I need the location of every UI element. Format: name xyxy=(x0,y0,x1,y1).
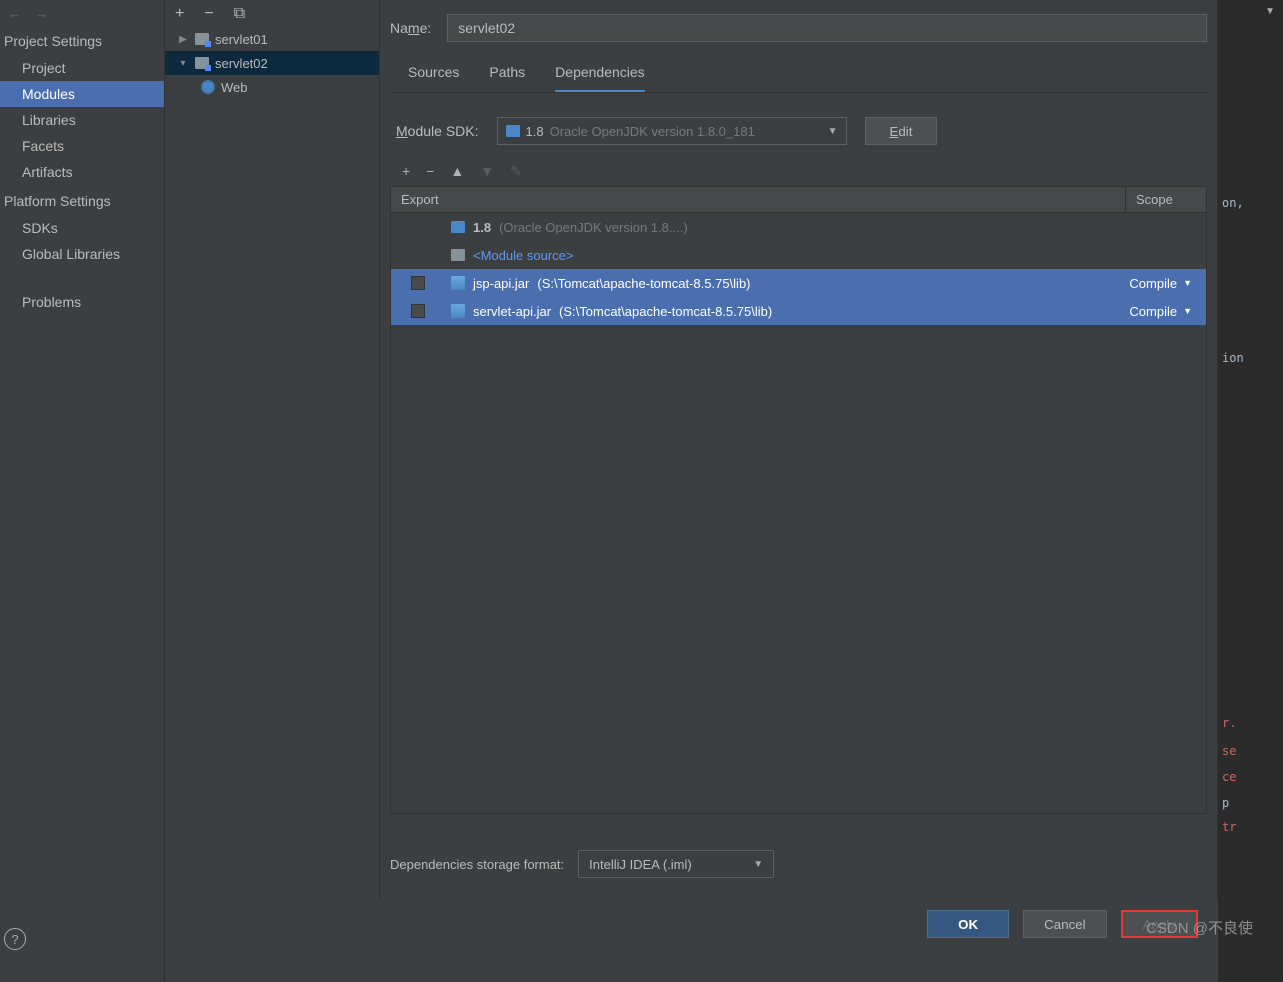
name-label: Name: xyxy=(390,20,431,36)
jar-icon xyxy=(451,276,465,290)
sdk-folder-icon xyxy=(451,221,465,233)
chevron-down-icon: ▼ xyxy=(1183,306,1192,316)
export-checkbox[interactable] xyxy=(411,276,425,290)
scope-column-header[interactable]: Scope xyxy=(1126,187,1206,212)
sdk-label: Module SDK: xyxy=(396,123,479,139)
code-fragment: ce xyxy=(1222,770,1236,784)
module-name-input[interactable] xyxy=(447,14,1207,42)
nav-facets[interactable]: Facets xyxy=(0,133,164,159)
nav-libraries[interactable]: Libraries xyxy=(0,107,164,133)
watermark: CSDN @不良使 xyxy=(1146,917,1253,938)
tree-item-label: servlet01 xyxy=(215,32,268,47)
platform-settings-heading: Platform Settings xyxy=(0,187,164,215)
nav-arrows: ← → xyxy=(0,0,164,27)
dep-name: <Module source> xyxy=(473,248,573,263)
tree-item-label: servlet02 xyxy=(215,56,268,71)
code-fragment: p xyxy=(1222,796,1229,810)
copy-icon[interactable]: ⧉ xyxy=(234,5,245,23)
move-up-icon[interactable]: ▲ xyxy=(450,163,464,180)
chevron-down-icon: ▾ xyxy=(177,58,189,69)
dep-name: 1.8 xyxy=(473,220,491,235)
export-checkbox[interactable] xyxy=(411,304,425,318)
chevron-down-icon[interactable]: ▼ xyxy=(1265,6,1275,17)
module-tabs: Sources Paths Dependencies xyxy=(390,64,1207,93)
nav-project[interactable]: Project xyxy=(0,55,164,81)
dependency-toolbar: + − ▲ ▼ ✎ xyxy=(390,163,1207,180)
module-tree-panel: + − ⧉ ▶ servlet01 ▾ servlet02 Web xyxy=(165,0,380,900)
sdk-detail: Oracle OpenJDK version 1.8.0_181 xyxy=(550,124,755,139)
back-arrow-icon[interactable]: ← xyxy=(8,6,21,21)
code-fragment: on, xyxy=(1222,196,1244,210)
edit-dependency-icon[interactable]: ✎ xyxy=(510,163,522,180)
forward-arrow-icon[interactable]: → xyxy=(35,6,48,21)
tab-paths[interactable]: Paths xyxy=(489,64,525,92)
sdk-folder-icon xyxy=(506,125,520,137)
add-dependency-icon[interactable]: + xyxy=(402,163,410,180)
dependency-row-sdk[interactable]: 1.8 (Oracle OpenJDK version 1.8....) xyxy=(391,213,1206,241)
editor-right-fragment: ▼ on, ion r. se ce p tr xyxy=(1218,0,1283,982)
tree-item-web[interactable]: Web xyxy=(165,75,379,99)
tree-item-servlet02[interactable]: ▾ servlet02 xyxy=(165,51,379,75)
dependency-row-jsp-api[interactable]: jsp-api.jar (S:\Tomcat\apache-tomcat-8.5… xyxy=(391,269,1206,297)
scope-select[interactable]: Compile ▼ xyxy=(1129,276,1206,291)
dependency-row-module-source[interactable]: <Module source> xyxy=(391,241,1206,269)
dialog-footer: OK Cancel Apply xyxy=(380,904,1218,944)
remove-dependency-icon[interactable]: − xyxy=(426,163,434,180)
web-icon xyxy=(201,80,215,94)
sdk-select[interactable]: 1.8 Oracle OpenJDK version 1.8.0_181 ▼ xyxy=(497,117,847,145)
cancel-button[interactable]: Cancel xyxy=(1023,910,1107,938)
tab-dependencies[interactable]: Dependencies xyxy=(555,64,645,92)
edit-sdk-button[interactable]: Edit xyxy=(865,117,938,145)
module-icon xyxy=(195,33,209,45)
code-fragment: r. xyxy=(1222,716,1236,730)
help-icon[interactable]: ? xyxy=(4,928,26,950)
dep-path: (S:\Tomcat\apache-tomcat-8.5.75\lib) xyxy=(559,304,772,319)
dep-name: jsp-api.jar xyxy=(473,276,529,291)
chevron-down-icon: ▼ xyxy=(1183,278,1192,288)
module-icon xyxy=(195,57,209,69)
code-fragment: se xyxy=(1222,744,1236,758)
code-fragment: ion xyxy=(1222,351,1244,365)
nav-global-libraries[interactable]: Global Libraries xyxy=(0,241,164,267)
chevron-down-icon: ▼ xyxy=(828,126,838,137)
chevron-down-icon: ▼ xyxy=(753,859,763,870)
nav-problems[interactable]: Problems xyxy=(0,289,164,315)
storage-format-select[interactable]: IntelliJ IDEA (.iml) ▼ xyxy=(578,850,774,878)
project-settings-heading: Project Settings xyxy=(0,27,164,55)
jar-icon xyxy=(451,304,465,318)
chevron-right-icon: ▶ xyxy=(177,34,189,45)
module-details-panel: Name: Sources Paths Dependencies Module … xyxy=(380,0,1218,900)
settings-sidebar: ← → Project Settings Project Modules Lib… xyxy=(0,0,165,982)
nav-sdks[interactable]: SDKs xyxy=(0,215,164,241)
tab-sources[interactable]: Sources xyxy=(408,64,459,92)
dep-detail: (Oracle OpenJDK version 1.8....) xyxy=(499,220,688,235)
export-column-header[interactable]: Export xyxy=(391,187,1126,212)
sdk-name: 1.8 xyxy=(526,124,544,139)
dep-path: (S:\Tomcat\apache-tomcat-8.5.75\lib) xyxy=(537,276,750,291)
nav-modules[interactable]: Modules xyxy=(0,81,164,107)
tree-item-label: Web xyxy=(221,80,248,95)
dependency-row-servlet-api[interactable]: servlet-api.jar (S:\Tomcat\apache-tomcat… xyxy=(391,297,1206,325)
tree-item-servlet01[interactable]: ▶ servlet01 xyxy=(165,27,379,51)
nav-artifacts[interactable]: Artifacts xyxy=(0,159,164,185)
tree-toolbar: + − ⧉ xyxy=(165,0,379,27)
remove-icon[interactable]: − xyxy=(204,5,213,23)
add-icon[interactable]: + xyxy=(175,5,184,23)
ok-button[interactable]: OK xyxy=(927,910,1009,938)
folder-icon xyxy=(451,249,465,261)
code-fragment: tr xyxy=(1222,820,1236,834)
storage-format-label: Dependencies storage format: xyxy=(390,857,564,872)
dependency-table-header: Export Scope xyxy=(391,187,1206,213)
move-down-icon[interactable]: ▼ xyxy=(480,163,494,180)
dependency-table: Export Scope 1.8 (Oracle OpenJDK version… xyxy=(390,186,1207,814)
dep-name: servlet-api.jar xyxy=(473,304,551,319)
scope-select[interactable]: Compile ▼ xyxy=(1129,304,1206,319)
